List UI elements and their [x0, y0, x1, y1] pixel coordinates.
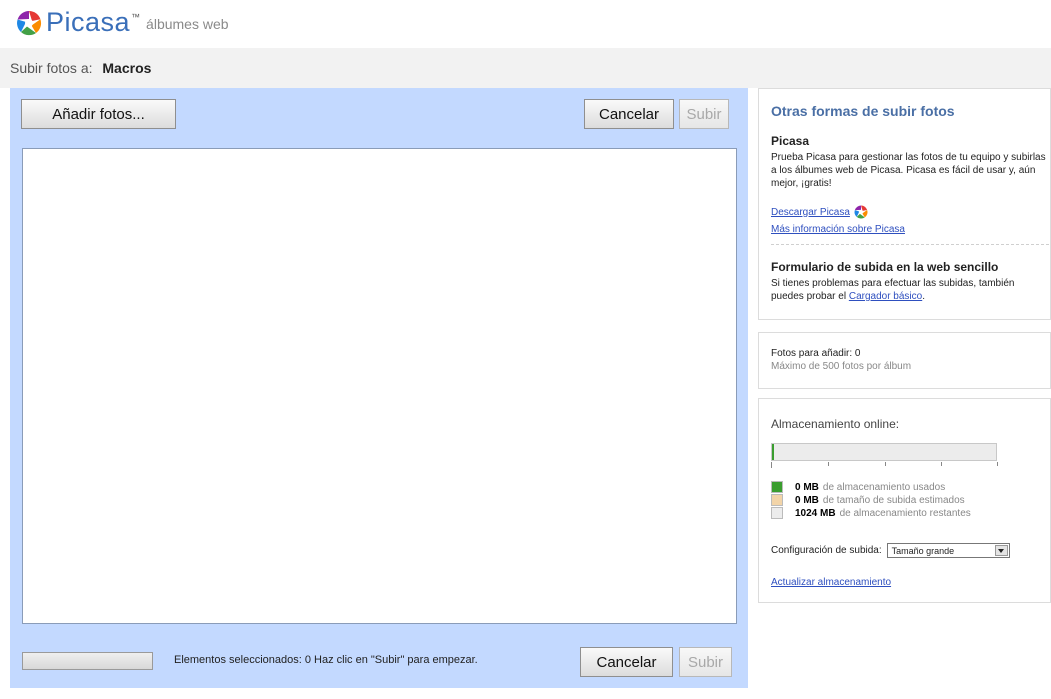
upload-status-text: Elementos seleccionados: 0 Haz clic en "… — [174, 654, 478, 666]
download-row: Descargar Picasa — [771, 205, 1047, 219]
upload-button-bottom[interactable]: Subir — [679, 647, 732, 677]
more-info-row: Más información sobre Picasa — [771, 223, 1047, 236]
tick — [828, 462, 829, 466]
upload-size-select[interactable]: Tamaño grande — [886, 543, 1010, 558]
storage-box: Almacenamiento online: 0 MB de almacenam… — [758, 398, 1051, 603]
upload-settings-label: Configuración de subida: — [771, 545, 882, 556]
upload-size-value: Tamaño grande — [891, 545, 955, 556]
picasa-description: Prueba Picasa para gestionar las fotos d… — [771, 152, 1046, 189]
upload-settings-row: Configuración de subida: Tamaño grande — [771, 543, 1010, 558]
upload-title-bar: Subir fotos a: Macros — [0, 48, 1051, 88]
album-name: Macros — [102, 60, 152, 76]
basic-uploader-link[interactable]: Cargador básico — [849, 291, 922, 302]
photo-drop-area[interactable] — [22, 148, 737, 624]
add-photos-button[interactable]: Añadir fotos... — [21, 99, 176, 129]
legend-used: 0 MB de almacenamiento usados — [771, 481, 945, 493]
chevron-down-icon[interactable] — [994, 545, 1008, 556]
legend-remaining: 1024 MB de almacenamiento restantes — [771, 507, 971, 519]
storage-used-fill — [772, 444, 774, 460]
photo-count-box: Fotos para añadir: 0 Máximo de 500 fotos… — [758, 332, 1051, 389]
cancel-button-bottom[interactable]: Cancelar — [580, 647, 673, 677]
upload-to-label: Subir fotos a: — [10, 60, 93, 76]
max-photos-note: Máximo de 500 fotos por álbum — [771, 361, 912, 372]
simple-uploader-heading: Formulario de subida en la web sencillo — [771, 260, 999, 274]
tick — [885, 462, 886, 466]
picasa-pinwheel-icon — [16, 10, 42, 36]
simple-uploader-text: Si tienes problemas para efectuar las su… — [771, 277, 1047, 303]
other-methods-title: Otras formas de subir fotos — [771, 103, 955, 119]
remaining-amount: 1024 MB — [795, 507, 836, 519]
other-upload-methods-box: Otras formas de subir fotos Picasa Prueb… — [758, 88, 1051, 320]
picasa-logo[interactable]: Picasa ™ álbumes web — [16, 8, 229, 36]
period: . — [922, 291, 925, 302]
used-amount: 0 MB — [795, 481, 819, 493]
tick — [941, 462, 942, 466]
storage-bar-ticks — [771, 462, 998, 468]
used-text: de almacenamiento usados — [822, 481, 946, 493]
header: Picasa ™ álbumes web — [0, 0, 1051, 46]
page-title: Subir fotos a: Macros — [10, 60, 151, 76]
upload-panel: Añadir fotos... Cancelar Subir Elementos… — [10, 88, 748, 688]
picasa-heading: Picasa — [771, 134, 810, 148]
logo-trademark: ™ — [131, 12, 141, 22]
logo-wordmark: Picasa — [46, 7, 131, 37]
upload-progress-bar — [22, 652, 153, 670]
divider — [771, 244, 1049, 245]
remaining-text: de almacenamiento restantes — [839, 507, 971, 519]
tick — [997, 462, 998, 466]
more-info-picasa-link[interactable]: Más información sobre Picasa — [771, 224, 905, 235]
logo-subtitle: álbumes web — [146, 16, 229, 32]
estimated-amount: 0 MB — [795, 494, 819, 506]
used-swatch — [771, 481, 783, 493]
upgrade-storage-link[interactable]: Actualizar almacenamiento — [771, 577, 891, 588]
remaining-swatch — [771, 507, 783, 519]
page: Picasa ™ álbumes web Subir fotos a: Macr… — [0, 0, 1051, 699]
cancel-button-top[interactable]: Cancelar — [584, 99, 674, 129]
storage-bar — [771, 443, 997, 461]
storage-label: Almacenamiento online: — [771, 417, 900, 431]
download-picasa-link[interactable]: Descargar Picasa — [771, 206, 850, 219]
estimated-swatch — [771, 494, 783, 506]
upload-button-top[interactable]: Subir — [679, 99, 729, 129]
legend-estimated: 0 MB de tamaño de subida estimados — [771, 494, 965, 506]
upload-bottom-bar: Elementos seleccionados: 0 Haz clic en "… — [10, 637, 748, 688]
estimated-text: de tamaño de subida estimados — [822, 494, 965, 506]
picasa-small-icon — [854, 205, 868, 219]
photos-to-add: Fotos para añadir: 0 — [771, 348, 861, 359]
upgrade-row: Actualizar almacenamiento — [771, 576, 1047, 589]
